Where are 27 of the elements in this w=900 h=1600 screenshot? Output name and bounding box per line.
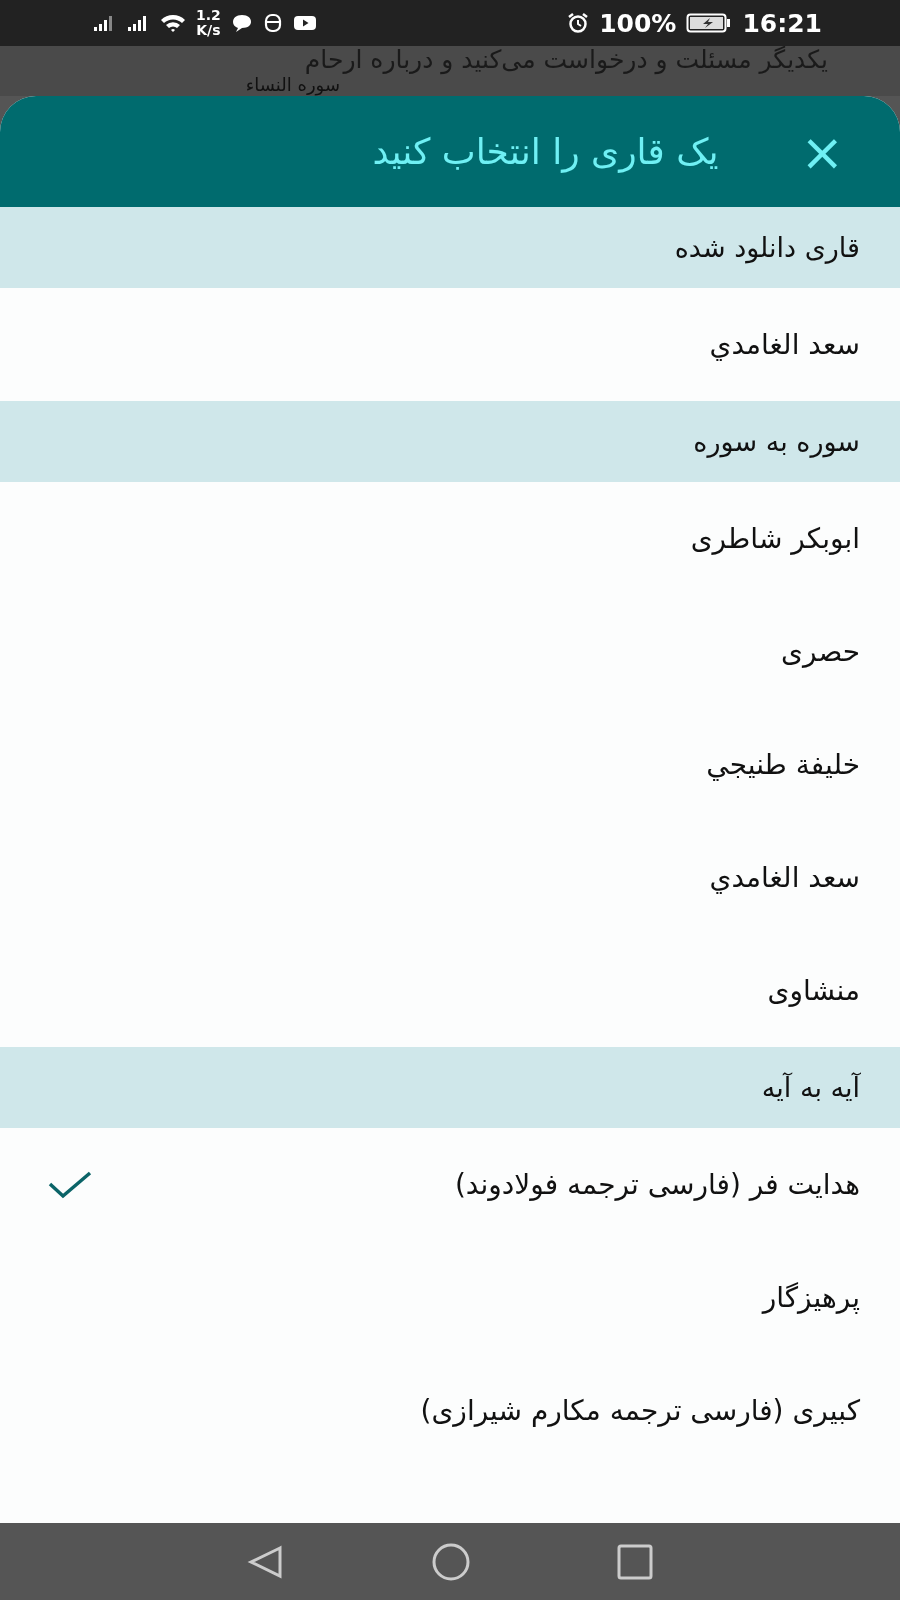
alarm-icon <box>567 12 590 34</box>
reciter-option[interactable]: حصری <box>0 595 900 708</box>
section-title: قاری دانلود شده <box>674 232 860 263</box>
reciter-option[interactable]: پرهیزگار <box>0 1241 900 1354</box>
reciter-option[interactable]: سعد الغامدي <box>0 288 900 401</box>
play-icon <box>292 14 317 32</box>
reciter-option[interactable]: کبیری (فارسی ترجمه مکارم شیرازی) <box>0 1354 900 1467</box>
home-icon[interactable] <box>431 1541 471 1582</box>
section-title: سوره به سوره <box>693 426 860 457</box>
battery-percent: 100% <box>599 8 677 38</box>
reciter-option[interactable]: خليفة طنيجي <box>0 708 900 821</box>
reciter-option[interactable]: هدایت فر (فارسی ترجمه فولادوند) <box>0 1128 900 1241</box>
reciter-option[interactable]: منشاوی <box>0 934 900 1047</box>
speed-value: 1.2 <box>196 8 221 23</box>
speed-unit: K/s <box>196 23 221 38</box>
chat-icon <box>230 13 253 33</box>
section-title: آیه به آیه <box>761 1072 860 1103</box>
close-button[interactable]: × <box>800 125 844 178</box>
reciter-option[interactable]: ابوبکر شاطری <box>0 482 900 595</box>
reciter-option[interactable]: سعد الغامدي <box>0 821 900 934</box>
recents-icon[interactable] <box>616 1542 654 1581</box>
background-caption: سوره النساء <box>245 74 340 95</box>
face-icon <box>262 13 283 33</box>
battery-icon <box>686 12 733 34</box>
wifi-icon <box>160 13 186 33</box>
clock: 16:21 <box>742 8 822 38</box>
sheet-title: یک قاری را انتخاب کنید <box>372 131 719 172</box>
